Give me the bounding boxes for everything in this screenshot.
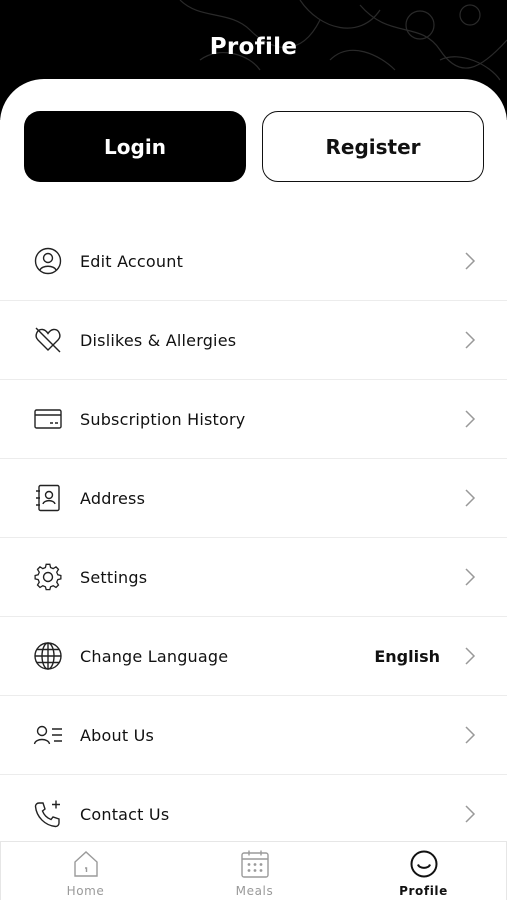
globe-icon bbox=[34, 642, 62, 670]
menu-item-address[interactable]: Address bbox=[0, 459, 507, 538]
chevron-right-icon bbox=[465, 489, 476, 507]
login-button[interactable]: Login bbox=[24, 111, 246, 182]
tab-profile[interactable]: Profile bbox=[339, 842, 507, 900]
menu-item-label: Address bbox=[80, 489, 146, 508]
calendar-icon bbox=[241, 850, 269, 878]
smile-icon bbox=[410, 850, 438, 878]
chevron-right-icon bbox=[465, 252, 476, 270]
tab-label: Meals bbox=[235, 884, 274, 898]
profile-menu: Edit Account Dislikes & Allergies Subscr… bbox=[0, 222, 507, 854]
menu-item-label: Change Language bbox=[80, 647, 229, 666]
tab-label: Profile bbox=[399, 884, 448, 898]
menu-item-label: Edit Account bbox=[80, 252, 184, 271]
address-book-icon bbox=[36, 484, 60, 512]
menu-item-edit-account[interactable]: Edit Account bbox=[0, 222, 507, 301]
current-language-value: English bbox=[374, 647, 440, 666]
user-list-icon bbox=[33, 725, 62, 745]
phone-plus-icon bbox=[34, 800, 60, 828]
menu-item-settings[interactable]: Settings bbox=[0, 538, 507, 617]
gear-icon bbox=[34, 563, 62, 591]
menu-item-about-us[interactable]: About Us bbox=[0, 696, 507, 775]
chevron-right-icon bbox=[465, 331, 476, 349]
user-circle-icon bbox=[34, 247, 62, 275]
home-icon bbox=[74, 851, 98, 877]
menu-item-label: Dislikes & Allergies bbox=[80, 331, 237, 350]
menu-item-subscription-history[interactable]: Subscription History bbox=[0, 380, 507, 459]
bottom-tab-bar: Home Meals Profile bbox=[0, 841, 507, 900]
credit-card-icon bbox=[34, 409, 62, 429]
chevron-right-icon bbox=[465, 726, 476, 744]
chevron-right-icon bbox=[465, 805, 476, 823]
chevron-right-icon bbox=[465, 568, 476, 586]
menu-item-dislikes-allergies[interactable]: Dislikes & Allergies bbox=[0, 301, 507, 380]
auth-buttons: Login Register bbox=[24, 111, 484, 182]
tab-home[interactable]: Home bbox=[1, 842, 170, 900]
heart-off-icon bbox=[35, 327, 61, 353]
tab-meals[interactable]: Meals bbox=[170, 842, 339, 900]
menu-item-label: Subscription History bbox=[80, 410, 246, 429]
chevron-right-icon bbox=[465, 410, 476, 428]
menu-item-label: About Us bbox=[80, 726, 155, 745]
tab-label: Home bbox=[66, 884, 105, 898]
menu-item-change-language[interactable]: Change Language English bbox=[0, 617, 507, 696]
page-title: Profile bbox=[209, 34, 298, 60]
chevron-right-icon bbox=[465, 647, 476, 665]
menu-item-label: Settings bbox=[80, 568, 148, 587]
register-button[interactable]: Register bbox=[262, 111, 484, 182]
